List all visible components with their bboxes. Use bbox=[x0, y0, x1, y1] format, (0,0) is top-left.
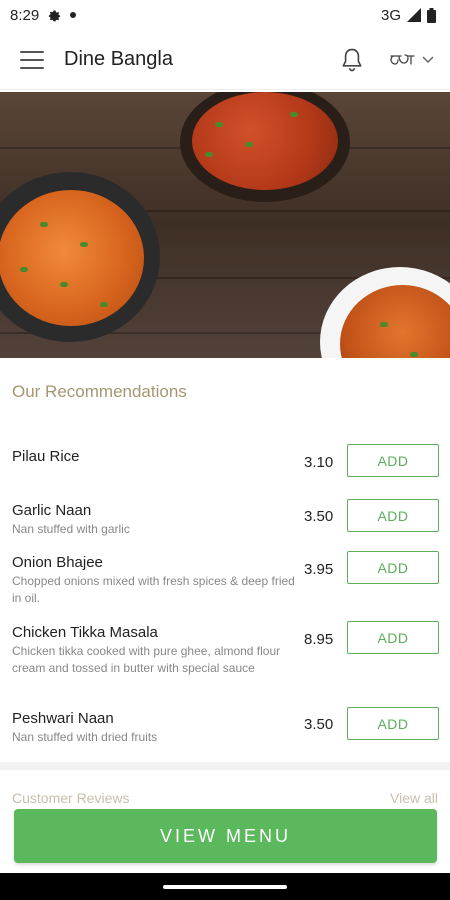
reviews-title: Customer Reviews bbox=[12, 790, 130, 806]
view-all-link[interactable]: View all bbox=[390, 790, 438, 806]
section-divider bbox=[0, 762, 450, 770]
item-name: Peshwari Naan bbox=[12, 710, 114, 727]
language-selector[interactable] bbox=[388, 50, 434, 70]
settings-icon bbox=[49, 10, 61, 21]
app-title: Dine Bangla bbox=[64, 48, 173, 70]
item-description: Nan stuffed with garlic bbox=[12, 522, 130, 536]
hamburger-menu-icon[interactable] bbox=[20, 50, 44, 69]
curry-bowl bbox=[180, 92, 350, 202]
hero-food-image bbox=[0, 92, 450, 358]
bell-icon[interactable] bbox=[338, 46, 366, 74]
item-price: 3.50 bbox=[304, 716, 334, 733]
item-description: Chopped onions mixed with fresh spices &… bbox=[12, 574, 295, 605]
status-left: 8:29 bbox=[10, 6, 77, 24]
add-button[interactable]: ADD bbox=[347, 707, 439, 740]
item-name: Onion Bhajee bbox=[12, 554, 103, 571]
chicken-bowl bbox=[320, 267, 450, 358]
app-bar: Dine Bangla bbox=[0, 30, 450, 90]
status-right: 3G bbox=[381, 7, 436, 24]
tikka-masala-bowl bbox=[0, 172, 160, 342]
section-title: Our Recommendations bbox=[12, 382, 187, 401]
add-button[interactable]: ADD bbox=[347, 499, 439, 532]
reviews-section-header: Customer Reviews View all bbox=[12, 790, 438, 806]
item-price: 8.95 bbox=[304, 631, 334, 648]
status-time: 8:29 bbox=[10, 6, 40, 24]
view-menu-button[interactable]: VIEW MENU bbox=[14, 809, 437, 863]
item-name: Garlic Naan bbox=[12, 502, 92, 519]
add-button[interactable]: ADD bbox=[347, 444, 439, 477]
signal-icon bbox=[407, 8, 421, 22]
add-button[interactable]: ADD bbox=[347, 551, 439, 584]
add-button[interactable]: ADD bbox=[347, 621, 439, 654]
item-price: 3.50 bbox=[304, 508, 334, 525]
item-description: Nan stuffed with dried fruits bbox=[12, 730, 158, 744]
item-name: Pilau Rice bbox=[12, 448, 80, 465]
network-type: 3G bbox=[380, 6, 401, 24]
notification-dot-icon bbox=[70, 12, 77, 18]
battery-icon bbox=[427, 7, 436, 23]
item-price: 3.95 bbox=[304, 561, 334, 578]
home-gesture-handle[interactable] bbox=[163, 884, 287, 889]
item-name: Chicken Tikka Masala bbox=[12, 624, 158, 641]
item-description: Chicken tikka cooked with pure ghee, alm… bbox=[12, 644, 281, 675]
chevron-down-icon bbox=[422, 55, 434, 63]
system-nav-bar bbox=[0, 873, 450, 900]
status-bar: 8:29 3G bbox=[0, 0, 450, 30]
item-price: 3.10 bbox=[304, 454, 334, 471]
bangla-language-icon bbox=[390, 53, 415, 65]
